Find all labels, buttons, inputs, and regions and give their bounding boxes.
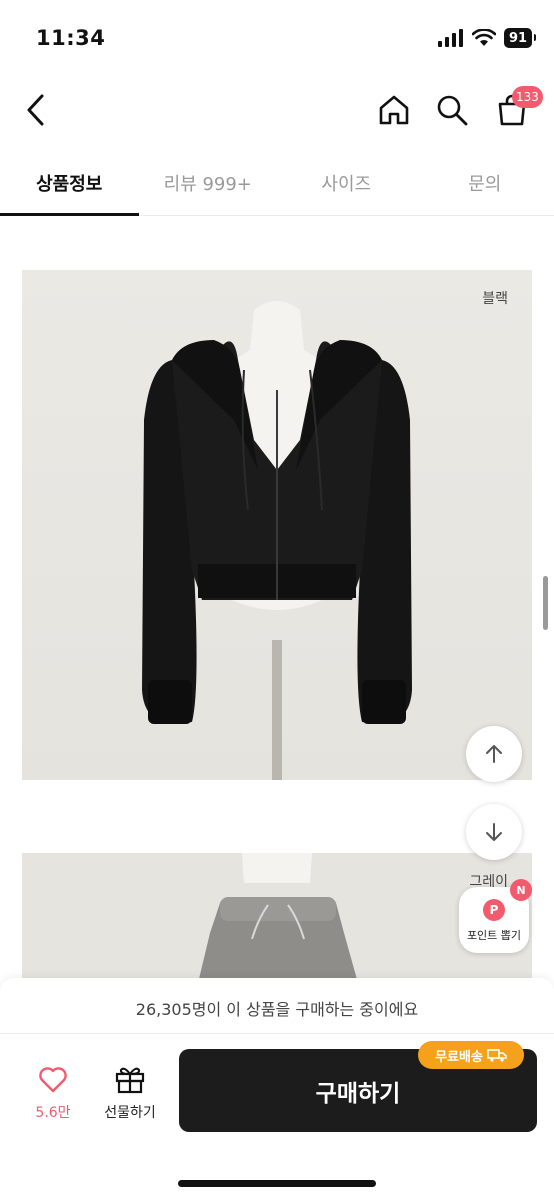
detail-tabs: 상품정보 리뷰 999+ 사이즈 문의 (0, 152, 554, 216)
product-image-grey: 그레이 (22, 853, 532, 983)
signal-icon (438, 29, 463, 47)
status-bar: 11:34 91 (0, 0, 554, 80)
scroll-up-button[interactable] (466, 726, 522, 782)
pants-illustration (198, 853, 358, 983)
point-draw-label: 포인트 뽑기 (466, 929, 522, 942)
status-time: 11:34 (36, 26, 106, 50)
point-icon: P (483, 899, 505, 921)
like-button[interactable]: 5.6만 (24, 1062, 82, 1126)
like-count: 5.6만 (35, 1105, 71, 1121)
gift-button[interactable]: 선물하기 (96, 1062, 164, 1126)
status-icons: 91 (438, 28, 536, 48)
chevron-left-icon (27, 94, 44, 126)
gift-icon (115, 1067, 145, 1094)
point-draw-button[interactable]: P 포인트 뽑기 N (459, 879, 532, 953)
header: 133 (0, 80, 554, 142)
hoodie-illustration (142, 301, 412, 780)
home-indicator (178, 1180, 376, 1187)
new-badge: N (510, 879, 532, 901)
buyer-count-notice: 26,305명이 이 상품을 구매하는 중이에요 (0, 978, 554, 1034)
search-icon (437, 95, 468, 126)
arrow-up-icon (486, 745, 502, 763)
cart-count-badge: 133 (512, 86, 543, 108)
wifi-icon (472, 29, 496, 46)
search-button[interactable] (428, 86, 476, 134)
home-icon (379, 95, 409, 125)
battery-icon: 91 (504, 28, 536, 48)
back-button[interactable] (12, 86, 60, 134)
scrollbar[interactable] (543, 576, 548, 630)
color-label: 블랙 (482, 291, 508, 307)
free-shipping-label: 무료배송 (435, 1049, 483, 1065)
arrow-down-icon (486, 823, 502, 841)
product-image-black: 블랙 (22, 270, 532, 780)
cart-button[interactable]: 133 (488, 86, 543, 134)
free-shipping-badge: 무료배송 (418, 1041, 524, 1069)
heart-icon (39, 1067, 67, 1093)
home-button[interactable] (370, 86, 418, 134)
tab-reviews[interactable]: 리뷰 999+ (139, 152, 278, 215)
tab-product-info[interactable]: 상품정보 (0, 152, 139, 216)
tab-size[interactable]: 사이즈 (277, 152, 416, 215)
gift-label: 선물하기 (104, 1105, 156, 1121)
scroll-down-button[interactable] (466, 804, 522, 860)
tab-inquiry[interactable]: 문의 (416, 152, 554, 215)
truck-icon (487, 1049, 507, 1062)
